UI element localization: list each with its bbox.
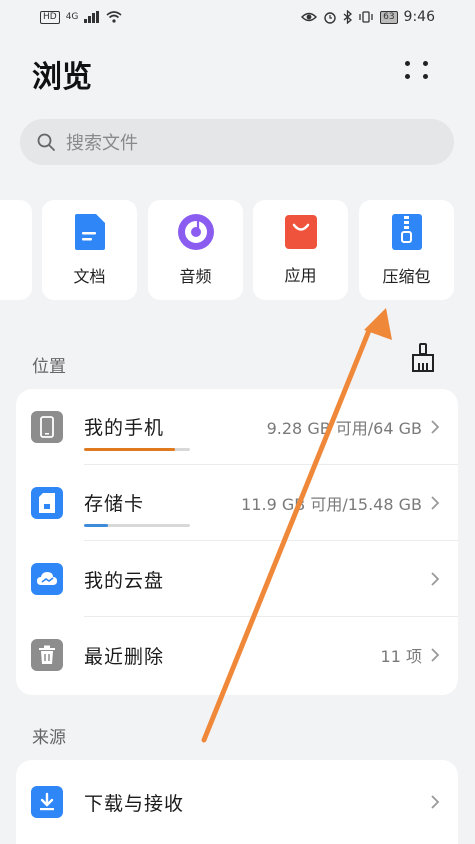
row-title: 下载与接收 [84,792,185,815]
status-time: 9:46 [403,9,435,25]
battery-level: 63 [380,10,398,24]
category-label: 压缩包 [382,267,431,286]
eye-icon [301,12,318,22]
section-label-locations: 位置 [32,357,66,377]
storage-usage-bar [84,448,190,451]
more-dot [405,74,410,79]
status-left: HD 4G [40,10,122,24]
storage-usage-fill [84,524,109,527]
clean-broom-icon[interactable] [410,343,436,373]
network-label: 4G [65,12,79,22]
category-label: 音频 [179,267,212,286]
sources-card: 下载与接收 [16,760,458,844]
phone-icon [31,411,63,443]
locations-card: 我的手机 9.28 GB 可用/64 GB 存储卡 11.9 GB 可用/15.… [16,389,458,695]
signal-icon [84,11,100,23]
search-icon [37,133,55,151]
chevron-right-icon [431,496,440,510]
category-card-partial[interactable] [0,200,32,300]
document-icon [74,214,105,250]
annotation-arrow-head [364,308,392,340]
location-row-phone[interactable]: 我的手机 9.28 GB 可用/64 GB [16,389,458,465]
category-label: 应用 [284,266,317,285]
section-label-sources: 来源 [32,728,66,748]
location-row-sd-card[interactable]: 存储卡 11.9 GB 可用/15.48 GB [16,465,458,541]
storage-usage-bar [84,524,190,527]
row-title: 我的云盘 [84,569,165,592]
row-detail: 11 项 [380,647,422,666]
audio-icon [177,214,214,250]
storage-usage-fill [84,448,176,451]
app-store-icon [284,215,317,249]
row-title: 我的手机 [84,417,165,439]
location-row-cloud[interactable]: 我的云盘 [16,541,458,617]
row-title: 存储卡 [84,493,145,515]
category-label: 文档 [73,267,106,286]
category-card-audio[interactable]: 音频 [148,200,243,300]
search-placeholder: 搜索文件 [66,133,138,154]
category-strip: 文档 音频 应用 压缩包 [0,200,475,300]
more-dot [423,61,428,66]
source-row-downloads[interactable]: 下载与接收 [16,760,458,844]
sd-card-icon [31,487,63,519]
row-title: 最近删除 [84,645,165,668]
more-dot [423,74,428,79]
chevron-right-icon [431,420,440,434]
zip-icon [391,214,422,250]
hd-badge: HD [40,10,60,24]
category-card-archives[interactable]: 压缩包 [359,200,454,300]
more-options-button[interactable] [400,56,436,84]
search-input[interactable]: 搜索文件 [20,119,454,165]
bluetooth-icon [343,10,353,24]
chevron-right-icon [431,795,440,809]
trash-icon [31,639,63,671]
alarm-icon [324,12,336,24]
chevron-right-icon [431,572,440,586]
chevron-right-icon [431,648,440,662]
cloud-icon [31,563,63,595]
row-detail: 11.9 GB 可用/15.48 GB [241,495,422,514]
status-bar: HD 4G 63 9:46 [0,0,475,34]
category-card-apps[interactable]: 应用 [253,200,348,300]
page-title: 浏览 [32,60,92,95]
vibrate-icon [359,11,373,23]
row-detail: 9.28 GB 可用/64 GB [266,419,422,438]
download-icon [31,786,63,818]
more-dot [405,61,410,66]
location-row-recently-deleted[interactable]: 最近删除 11 项 [16,617,458,693]
status-right: 63 9:46 [301,9,435,25]
wifi-icon [106,11,122,23]
category-card-documents[interactable]: 文档 [42,200,137,300]
